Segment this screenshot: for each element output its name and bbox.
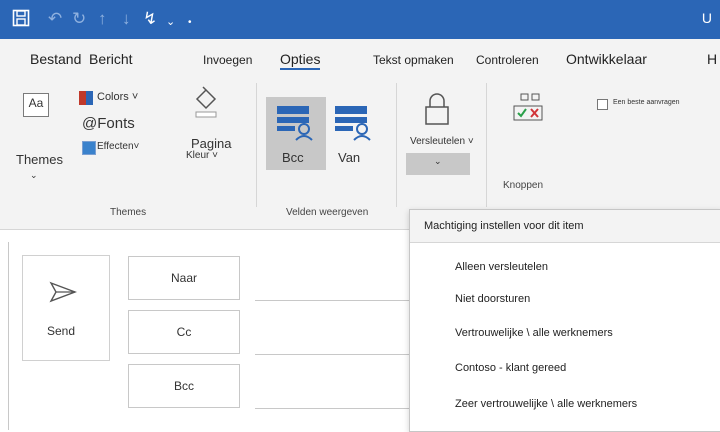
- tab-ontwikkelaar[interactable]: Ontwikkelaar: [566, 51, 647, 67]
- compose-left-border: [8, 242, 9, 430]
- redo-icon[interactable]: ↻: [72, 9, 86, 29]
- request-checkbox[interactable]: [597, 99, 608, 110]
- bcc-icon[interactable]: [275, 102, 315, 147]
- tab-tekst-opmaken[interactable]: Tekst opmaken: [373, 53, 454, 67]
- lock-icon[interactable]: [423, 92, 451, 131]
- separator-dot: •: [188, 17, 192, 28]
- page-color-icon[interactable]: [193, 85, 219, 124]
- send-icon: [48, 280, 78, 309]
- menu-header: Machtiging instellen voor dit item: [410, 210, 720, 243]
- page-color-sublabel[interactable]: Kleur ˅: [186, 150, 218, 161]
- bcc-field-button[interactable]: Bcc: [128, 364, 240, 408]
- request-checkbox-label[interactable]: Een beste aanvragen: [613, 99, 680, 106]
- ribbon-tabs: Bestand Bericht Invoegen Opties Tekst op…: [0, 39, 720, 79]
- effects-button[interactable]: Effecten˅: [97, 141, 139, 152]
- buttons-group-label: Knoppen: [503, 180, 544, 191]
- from-button-label[interactable]: Van: [338, 150, 360, 165]
- to-button[interactable]: Naar: [128, 256, 240, 300]
- bcc-button-label[interactable]: Bcc: [282, 150, 304, 165]
- up-arrow-icon[interactable]: ↑: [98, 9, 107, 29]
- tab-controleren[interactable]: Controleren: [476, 53, 539, 67]
- group-divider: [486, 83, 487, 207]
- from-icon[interactable]: [333, 102, 373, 147]
- page-color-label[interactable]: Pagina: [191, 136, 231, 151]
- undo-icon[interactable]: ↶: [48, 9, 62, 29]
- title-bar: ↶ ↻ ↑ ↓ ↯ ⌄ • U: [0, 0, 720, 39]
- menu-item-contoso-client[interactable]: Contoso - klant gereed: [455, 362, 566, 374]
- colors-icon[interactable]: [79, 91, 93, 105]
- tab-bericht[interactable]: Bericht: [89, 51, 133, 67]
- colors-button[interactable]: Colors ˅: [97, 91, 138, 103]
- menu-item-highly-confidential[interactable]: Zeer vertrouwelijke \ alle werknemers: [455, 398, 637, 410]
- group-divider: [256, 83, 257, 207]
- tab-help-fragment[interactable]: H: [707, 51, 717, 67]
- encrypt-dropdown-menu: Machtiging instellen voor dit item Allee…: [409, 209, 720, 432]
- fonts-button[interactable]: @Fonts: [82, 115, 135, 132]
- themes-button-label[interactable]: Themes: [16, 152, 63, 167]
- menu-header-label: Machtiging instellen voor dit item: [424, 220, 584, 232]
- cc-button[interactable]: Cc: [128, 310, 240, 354]
- menu-item-do-not-forward[interactable]: Niet doorsturen: [455, 293, 530, 305]
- menu-item-confidential-all[interactable]: Vertrouwelijke \ alle werknemers: [455, 327, 613, 339]
- encrypt-button[interactable]: Versleutelen ˅: [410, 136, 474, 147]
- fields-group-label: Velden weergeven: [286, 207, 369, 218]
- window-title-fragment: U: [701, 10, 712, 26]
- themes-group-label: Themes: [110, 207, 147, 218]
- chevron-down-icon[interactable]: ⌄: [434, 156, 442, 167]
- group-divider: [396, 83, 397, 207]
- tab-opties[interactable]: Opties: [280, 51, 321, 70]
- tab-bestand[interactable]: Bestand: [30, 51, 81, 67]
- voting-buttons-icon[interactable]: [512, 92, 544, 131]
- menu-item-encrypt-only[interactable]: Alleen versleutelen: [455, 261, 548, 273]
- effects-icon[interactable]: [82, 141, 96, 155]
- down-arrow-icon[interactable]: ↓: [122, 9, 131, 29]
- paperclip-icon[interactable]: ↯: [143, 9, 157, 29]
- tab-invoegen[interactable]: Invoegen: [203, 53, 252, 67]
- themes-icon[interactable]: Aa: [23, 93, 49, 117]
- save-icon[interactable]: [12, 9, 30, 32]
- send-button[interactable]: Send: [22, 255, 110, 361]
- send-button-label: Send: [47, 324, 76, 338]
- customize-dropdown-icon[interactable]: ⌄: [166, 12, 175, 32]
- themes-chevron-icon: ⌄: [30, 170, 38, 180]
